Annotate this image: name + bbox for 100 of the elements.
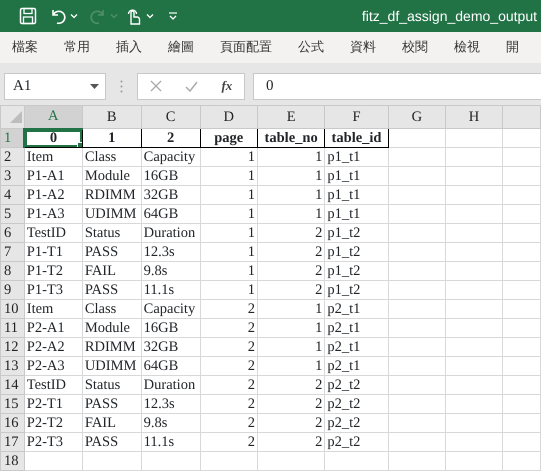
table-cell[interactable]: p1_t1 xyxy=(324,204,388,224)
table-cell[interactable]: 32GB xyxy=(141,186,200,204)
ribbon-tab[interactable]: 檢視 xyxy=(442,32,494,63)
table-cell[interactable]: P2-A3 xyxy=(24,356,82,376)
table-cell[interactable]: 1 xyxy=(200,204,258,224)
table-cell[interactable]: Duration xyxy=(141,224,200,242)
table-cell[interactable]: PASS xyxy=(82,280,142,300)
table-cell[interactable]: 1 xyxy=(200,224,258,242)
table-cell[interactable]: TestID xyxy=(24,376,82,394)
ribbon-tab[interactable]: 常用 xyxy=(52,32,104,63)
table-cell[interactable]: p2_t1 xyxy=(324,338,388,356)
table-cell[interactable]: Class xyxy=(82,300,142,318)
row-header[interactable]: 2 xyxy=(0,148,24,166)
table-cell[interactable]: p2_t2 xyxy=(324,394,388,414)
table-cell[interactable]: 1 xyxy=(257,338,325,356)
table-cell[interactable]: 12.3s xyxy=(141,394,200,414)
table-cell[interactable]: Capacity xyxy=(141,148,200,166)
ribbon-tab[interactable]: 開 xyxy=(494,32,533,63)
column-header[interactable]: B xyxy=(82,106,142,128)
table-cell[interactable]: Status xyxy=(82,224,142,242)
table-cell[interactable]: RDIMM xyxy=(82,186,142,204)
table-cell[interactable]: 2 xyxy=(257,224,325,242)
table-cell[interactable]: 2 xyxy=(200,356,258,376)
table-cell[interactable]: P2-A1 xyxy=(24,318,82,338)
row-header[interactable]: 9 xyxy=(0,280,24,300)
table-cell[interactable]: p1_t2 xyxy=(324,262,388,280)
grip-icon[interactable] xyxy=(120,80,123,92)
table-cell[interactable]: 9.8s xyxy=(141,414,200,432)
table-cell[interactable]: 2 xyxy=(257,376,325,394)
ribbon-tab[interactable]: 校閱 xyxy=(390,32,442,63)
table-cell[interactable]: 1 xyxy=(200,186,258,204)
table-cell[interactable]: PASS xyxy=(82,394,142,414)
table-cell[interactable]: PASS xyxy=(82,432,142,452)
table-cell[interactable]: 2 xyxy=(200,338,258,356)
table-cell[interactable]: 1 xyxy=(82,128,142,148)
row-header[interactable]: 1 xyxy=(0,128,24,148)
row-header[interactable]: 5 xyxy=(0,204,24,224)
table-cell[interactable]: Item xyxy=(24,300,82,318)
row-header[interactable]: 7 xyxy=(0,242,24,262)
table-cell[interactable]: Module xyxy=(82,166,142,186)
column-header[interactable]: A xyxy=(24,106,82,128)
formula-field[interactable]: 0 xyxy=(253,72,541,100)
table-cell[interactable]: 2 xyxy=(141,128,200,148)
table-cell[interactable]: 2 xyxy=(200,376,258,394)
ribbon-tab[interactable]: 公式 xyxy=(286,32,338,63)
table-cell[interactable]: page xyxy=(200,128,258,148)
table-cell[interactable]: 1 xyxy=(257,300,325,318)
table-cell[interactable]: 1 xyxy=(257,318,325,338)
column-header[interactable]: C xyxy=(141,106,200,128)
table-cell[interactable]: 1 xyxy=(257,166,325,186)
row-header[interactable]: 13 xyxy=(0,356,24,376)
table-cell[interactable]: table_id xyxy=(324,128,388,148)
table-cell[interactable]: Module xyxy=(82,318,142,338)
ribbon-tab[interactable]: 頁面配置 xyxy=(208,32,286,63)
table-cell[interactable]: p2_t1 xyxy=(324,356,388,376)
table-cell[interactable]: FAIL xyxy=(82,262,142,280)
table-cell[interactable]: 2 xyxy=(257,414,325,432)
table-cell[interactable]: 12.3s xyxy=(141,242,200,262)
table-cell[interactable]: 1 xyxy=(200,280,258,300)
row-header[interactable]: 15 xyxy=(0,394,24,414)
table-cell[interactable]: 64GB xyxy=(141,356,200,376)
ribbon-tab[interactable]: 繪圖 xyxy=(156,32,208,63)
ribbon-tab[interactable]: 檔案 xyxy=(0,32,52,63)
column-header[interactable]: F xyxy=(324,106,388,128)
save-icon[interactable] xyxy=(18,6,38,26)
row-header[interactable]: 14 xyxy=(0,376,24,394)
customize-icon[interactable] xyxy=(168,11,178,21)
table-cell[interactable]: 2 xyxy=(200,394,258,414)
table-cell[interactable]: p1_t2 xyxy=(324,280,388,300)
table-cell[interactable]: p1_t2 xyxy=(324,224,388,242)
row-header[interactable]: 8 xyxy=(0,262,24,280)
table-cell[interactable]: 0 xyxy=(24,128,82,148)
table-cell[interactable]: 11.1s xyxy=(141,432,200,452)
column-header[interactable]: H xyxy=(445,106,503,128)
row-header[interactable]: 18 xyxy=(0,452,24,470)
table-cell[interactable]: PASS xyxy=(82,242,142,262)
table-cell[interactable]: P2-T3 xyxy=(24,432,82,452)
table-cell[interactable]: Status xyxy=(82,376,142,394)
table-cell[interactable]: 64GB xyxy=(141,204,200,224)
table-cell[interactable]: Capacity xyxy=(141,300,200,318)
table-cell[interactable]: Item xyxy=(24,148,82,166)
table-cell[interactable]: p1_t1 xyxy=(324,166,388,186)
table-cell[interactable]: p1_t1 xyxy=(324,186,388,204)
table-cell[interactable]: 9.8s xyxy=(141,262,200,280)
table-cell[interactable]: 1 xyxy=(257,148,325,166)
row-header[interactable]: 10 xyxy=(0,300,24,318)
table-cell[interactable]: 1 xyxy=(257,204,325,224)
table-cell[interactable]: P1-A1 xyxy=(24,166,82,186)
row-header[interactable]: 6 xyxy=(0,224,24,242)
table-cell[interactable]: 2 xyxy=(200,432,258,452)
table-cell[interactable]: P1-T3 xyxy=(24,280,82,300)
table-cell[interactable]: 2 xyxy=(200,414,258,432)
table-cell[interactable]: 1 xyxy=(200,148,258,166)
table-cell[interactable]: 2 xyxy=(200,300,258,318)
table-cell[interactable]: 1 xyxy=(200,242,258,262)
table-cell[interactable]: p1_t1 xyxy=(324,148,388,166)
table-cell[interactable]: 2 xyxy=(257,280,325,300)
column-header[interactable]: E xyxy=(257,106,325,128)
table-cell[interactable]: p2_t2 xyxy=(324,432,388,452)
table-cell[interactable]: table_no xyxy=(257,128,325,148)
